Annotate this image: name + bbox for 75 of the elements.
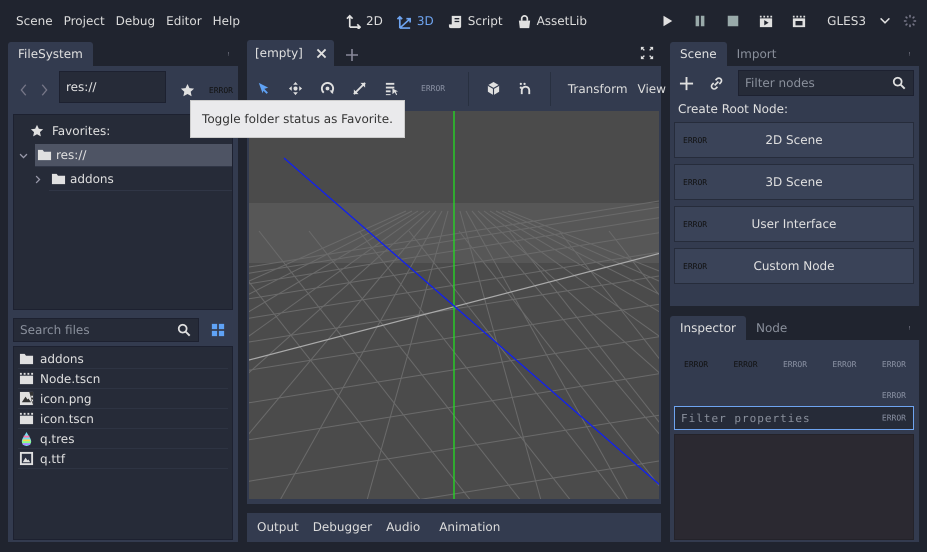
menu-item[interactable]: Help: [212, 14, 240, 28]
scroll-icon: [448, 14, 463, 28]
menu-button[interactable]: View: [638, 82, 666, 96]
axes-icon: [346, 14, 361, 28]
create-node-button[interactable]: ERROR Custom Node: [674, 248, 914, 284]
search-icon: [892, 76, 906, 90]
folder-icon: [51, 171, 66, 186]
workspace-button[interactable]: Script: [448, 14, 503, 28]
dock-tab[interactable]: Import: [726, 42, 786, 66]
grid-view-icon[interactable]: [211, 323, 225, 337]
close-icon[interactable]: [314, 46, 328, 60]
dock-tab[interactable]: Scene: [670, 42, 727, 66]
droplet-icon: [19, 431, 34, 446]
dock-tab[interactable]: FileSystem: [8, 42, 93, 66]
dock-tab[interactable]: Inspector: [670, 316, 746, 340]
missing-icon-label: ERROR: [421, 84, 446, 93]
image-icon: [19, 391, 34, 406]
bottom-panel-tab[interactable]: Audio: [386, 520, 420, 534]
move-icon[interactable]: [288, 81, 303, 96]
star-icon[interactable]: [180, 82, 195, 98]
menu-button[interactable]: Transform: [568, 82, 628, 96]
menu-item[interactable]: Debug: [116, 14, 156, 28]
file-item[interactable]: icon.png: [18, 389, 228, 409]
play-scene-icon[interactable]: [759, 14, 774, 28]
search-icon: [177, 323, 191, 337]
filter-field[interactable]: Filter nodes: [738, 70, 914, 96]
file-item[interactable]: q.tres: [18, 429, 228, 449]
section-heading: Create Root Node:: [678, 102, 790, 116]
tree-item[interactable]: addons: [49, 168, 232, 190]
menu-item[interactable]: Project: [64, 14, 105, 28]
menu-item[interactable]: Editor: [166, 14, 202, 28]
folder-icon: [37, 147, 52, 162]
menu-item[interactable]: Scene: [16, 14, 53, 28]
create-node-button[interactable]: ERROR 2D Scene: [674, 122, 914, 158]
dock-tab[interactable]: Node: [746, 316, 798, 340]
axes-icon: [396, 14, 412, 28]
image-icon: [19, 451, 34, 466]
tree-item[interactable]: res://: [35, 144, 232, 166]
missing-icon-label: ERROR: [208, 86, 233, 94]
workspace-button[interactable]: AssetLib: [516, 14, 587, 28]
document-tab[interactable]: [empty]: [247, 40, 334, 66]
missing-icon-label: ERROR: [882, 414, 906, 422]
spinner-icon: [903, 14, 917, 28]
renderer-dropdown[interactable]: GLES3: [827, 14, 892, 28]
star-icon: [30, 124, 44, 138]
rotate-icon[interactable]: [320, 81, 335, 96]
workspace-button[interactable]: 2D: [346, 14, 383, 28]
clapperboard-icon[interactable]: [792, 14, 806, 28]
list-pointer-icon[interactable]: [384, 81, 399, 96]
create-node-button[interactable]: ERROR 3D Scene: [674, 164, 914, 200]
pause-icon[interactable]: [693, 14, 708, 28]
link-icon[interactable]: [709, 76, 724, 90]
clapperboard-icon: [19, 371, 34, 386]
create-node-button[interactable]: ERROR User Interface: [674, 206, 914, 242]
bottom-panel-tab[interactable]: Animation: [439, 520, 500, 534]
folder-icon: [19, 351, 34, 366]
add-icon[interactable]: [344, 47, 360, 63]
fullscreen-icon[interactable]: [640, 46, 654, 60]
workspace-button[interactable]: 3D: [396, 14, 434, 28]
file-item[interactable]: addons: [18, 349, 228, 369]
file-item[interactable]: icon.tscn: [18, 409, 228, 429]
file-item[interactable]: q.ttf: [18, 449, 228, 469]
search-field[interactable]: Search files: [13, 318, 199, 342]
magnet-icon[interactable]: [518, 81, 533, 96]
file-item[interactable]: Node.tscn: [18, 369, 228, 389]
tree-item[interactable]: Favorites:: [52, 124, 110, 138]
cube-icon[interactable]: [486, 81, 501, 96]
tooltip: Toggle folder status as Favorite.: [190, 100, 405, 138]
scale-icon[interactable]: [352, 81, 367, 96]
bottom-panel-tab[interactable]: Debugger: [312, 520, 372, 534]
path-field[interactable]: res://: [59, 71, 166, 103]
bottom-panel-tab[interactable]: Output: [257, 520, 299, 534]
clapperboard-icon: [19, 411, 34, 426]
bag-icon: [516, 14, 532, 28]
stop-icon[interactable]: [726, 14, 740, 28]
